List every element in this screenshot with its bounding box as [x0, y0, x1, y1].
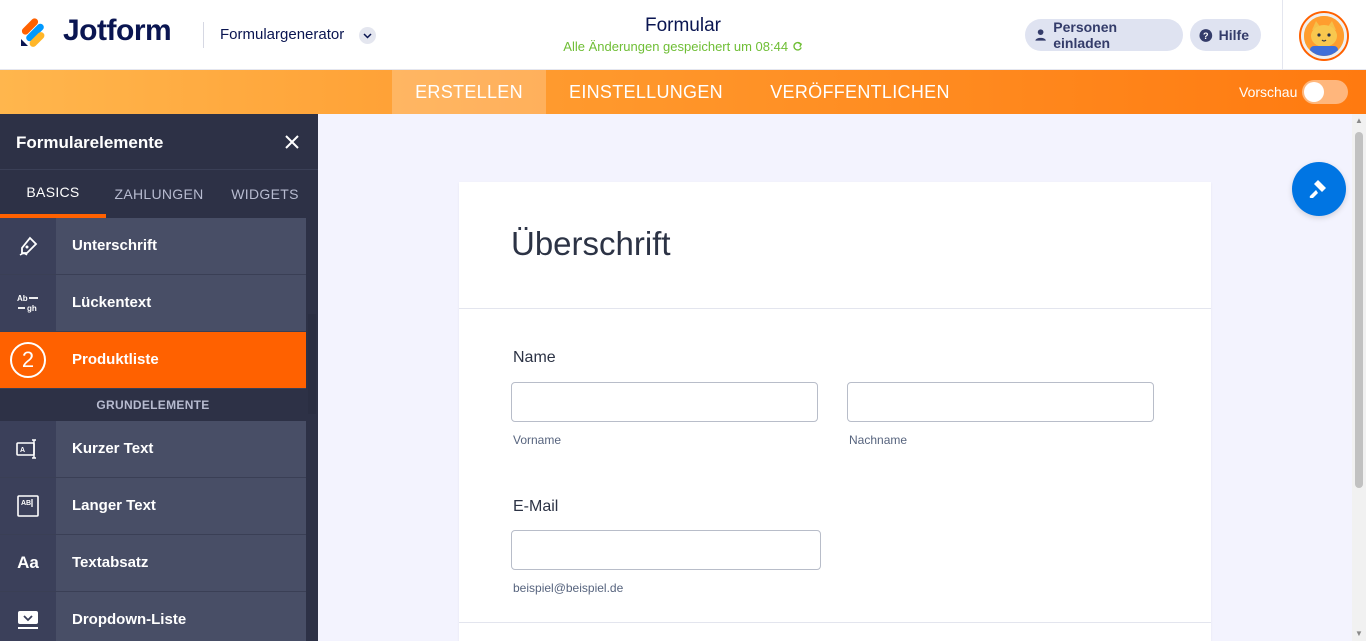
tab-publish[interactable]: VERÖFFENTLICHEN [746, 70, 974, 114]
element-label: Unterschrift [72, 237, 158, 254]
form-heading[interactable]: Überschrift [511, 225, 671, 263]
top-header: Jotform Formulargenerator Formular Alle … [0, 0, 1366, 70]
element-fill-in-blank[interactable]: Ab gh Lückentext [0, 275, 306, 332]
invite-button[interactable]: Personen einladen [1025, 19, 1183, 51]
invite-label: Personen einladen [1053, 19, 1118, 51]
first-name-input[interactable] [511, 382, 818, 422]
element-dropdown[interactable]: Dropdown-Liste [0, 592, 306, 641]
element-signature[interactable]: Unterschrift [0, 218, 306, 275]
field-divider [459, 622, 1211, 623]
dropdown-icon [0, 592, 56, 641]
element-label: Produktliste [72, 351, 159, 368]
form-card: Überschrift Name Vorname Nachname E-Mail… [459, 182, 1211, 641]
svg-text:AB: AB [21, 500, 31, 507]
brand-name[interactable]: Jotform [63, 14, 172, 48]
toggle-knob [1304, 82, 1324, 102]
first-name-sublabel: Vorname [513, 433, 562, 447]
element-label: Lückentext [72, 294, 152, 311]
preview-label: Vorschau [1239, 84, 1298, 100]
fill-blank-icon: Ab gh [0, 275, 56, 331]
paragraph-glyph: Aa [17, 553, 39, 572]
help-label: Hilfe [1218, 27, 1249, 43]
tab-settings[interactable]: EINSTELLUNGEN [546, 70, 746, 114]
last-name-sublabel: Nachname [849, 433, 908, 447]
canvas-scroll-thumb[interactable] [1355, 132, 1363, 488]
refresh-icon [793, 41, 802, 51]
element-long-text[interactable]: AB Langer Text [0, 478, 306, 535]
jotform-logo-icon[interactable] [18, 17, 50, 49]
form-title[interactable]: Formular [583, 15, 783, 37]
svg-text:A: A [20, 447, 25, 454]
svg-text:?: ? [1203, 31, 1209, 41]
tab-create[interactable]: ERSTELLEN [392, 70, 546, 114]
tab-widgets[interactable]: WIDGETS [212, 170, 318, 218]
element-short-text[interactable]: A Kurzer Text [0, 421, 306, 478]
element-label: Langer Text [72, 497, 156, 514]
last-name-input[interactable] [847, 382, 1154, 422]
element-product-list[interactable]: 2 Produktliste [0, 332, 306, 389]
panel-tabs: BASICS ZAHLUNGEN WIDGETS [0, 169, 318, 218]
panel-scrollbar[interactable] [306, 218, 318, 641]
paragraph-icon: Aa [0, 535, 56, 591]
svg-text:Ab: Ab [17, 294, 28, 303]
section-basic-elements: GRUNDELEMENTE [0, 389, 306, 421]
builder-nav: ERSTELLEN EINSTELLUNGEN VERÖFFENTLICHEN … [0, 70, 1366, 114]
tab-payments[interactable]: ZAHLUNGEN [106, 170, 212, 218]
step-badge: 2 [10, 342, 46, 378]
pen-signature-icon [0, 218, 56, 274]
panel-title: Formularelemente [16, 133, 164, 152]
element-label: Dropdown-Liste [72, 611, 187, 628]
tab-basics[interactable]: BASICS [0, 170, 106, 218]
help-button[interactable]: ? Hilfe [1190, 19, 1261, 51]
question-icon: ? [1199, 28, 1213, 42]
avatar[interactable] [1301, 13, 1347, 59]
element-paragraph[interactable]: Aa Textabsatz [0, 535, 306, 592]
save-status: Alle Änderungen gespeichert um 08:44 [533, 39, 833, 54]
header-divider [203, 22, 204, 48]
user-icon [1035, 29, 1046, 41]
panel-scroll-thumb[interactable] [308, 314, 316, 414]
scroll-up-icon[interactable]: ▲ [1355, 117, 1363, 125]
builder-menu[interactable]: Formulargenerator [220, 26, 344, 43]
element-label: Kurzer Text [72, 440, 154, 457]
long-text-icon: AB [0, 478, 56, 534]
form-elements-panel: Formularelemente BASICS ZAHLUNGEN WIDGET… [0, 114, 318, 641]
avatar-cat-icon [1304, 16, 1344, 56]
paint-roller-icon [1309, 180, 1326, 198]
save-status-text: Alle Änderungen gespeichert um 08:44 [563, 39, 789, 54]
email-input[interactable] [511, 530, 821, 570]
preview-toggle[interactable] [1302, 80, 1348, 104]
email-sublabel: beispiel@beispiel.de [513, 581, 624, 595]
close-icon[interactable] [283, 133, 301, 151]
element-label: Textabsatz [72, 554, 149, 571]
chevron-down-icon[interactable] [359, 27, 376, 44]
panel-header: Formularelemente [0, 114, 318, 169]
heading-divider [459, 308, 1211, 309]
header-divider-right [1282, 0, 1283, 70]
number-two-icon: 2 [0, 332, 56, 388]
short-text-icon: A [0, 421, 56, 477]
svg-text:gh: gh [27, 304, 37, 313]
element-list: Unterschrift Ab gh Lückentext 2 Produktli… [0, 218, 306, 641]
name-label: Name [513, 349, 556, 366]
email-label: E-Mail [513, 498, 559, 515]
scroll-down-icon[interactable]: ▼ [1355, 630, 1363, 638]
form-designer-button[interactable] [1292, 162, 1346, 216]
